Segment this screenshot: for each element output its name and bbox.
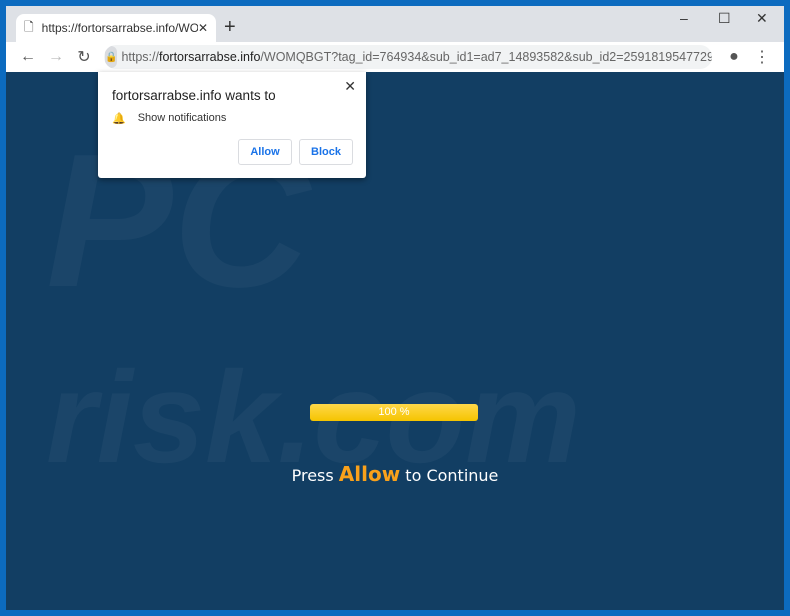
notification-permission-popup: fortorsarrabse.info wants to ✕ 🔔 Show not…	[98, 72, 366, 178]
press-text: Press	[291, 466, 334, 485]
address-bar[interactable]: 🔒 https://fortorsarrabse.info/WOMQBGT?ta…	[104, 45, 712, 69]
bell-icon: 🔔	[112, 113, 126, 125]
back-button[interactable]: ←	[14, 48, 42, 66]
minimize-button[interactable]: –	[680, 10, 688, 26]
close-popup-icon[interactable]: ✕	[344, 78, 356, 95]
popup-title: fortorsarrabse.info wants to	[112, 88, 276, 103]
close-tab-icon[interactable]: ✕	[198, 21, 208, 35]
maximize-button[interactable]: ☐	[718, 10, 731, 27]
block-button[interactable]: Block	[299, 139, 353, 165]
continue-text: to Continue	[405, 466, 499, 485]
permission-label: Show notifications	[137, 112, 227, 124]
url-host: fortorsarrabse.info	[158, 50, 261, 64]
instruction-text: Press Allow to Continue	[6, 462, 784, 486]
menu-icon[interactable]: ⋮	[748, 47, 776, 67]
reload-button[interactable]: ↻	[70, 47, 98, 67]
url-scheme: https://	[121, 50, 159, 64]
progress-bar: 100 %	[310, 404, 478, 421]
lock-icon[interactable]: 🔒	[105, 46, 118, 68]
new-tab-button[interactable]: +	[224, 16, 236, 39]
page-icon: 🗋	[24, 19, 34, 34]
forward-button[interactable]: →	[42, 48, 70, 66]
toolbar: ← → ↻ 🔒 https://fortorsarrabse.info/WOMQ…	[6, 42, 784, 72]
tab[interactable]: 🗋 https://fortorsarrabse.info/WOMQBGT ✕	[16, 14, 216, 42]
url-path: /WOMQBGT?tag_id=764934&sub_id1=ad7_14893…	[260, 50, 712, 64]
tab-title: https://fortorsarrabse.info/WOMQBGT	[41, 21, 198, 35]
profile-icon[interactable]: ●	[720, 48, 748, 66]
allow-button[interactable]: Allow	[238, 139, 292, 165]
page-content: PC risk.com fortorsarrabse.info wants to…	[6, 72, 784, 610]
browser-window: 🗋 https://fortorsarrabse.info/WOMQBGT ✕ …	[6, 6, 784, 610]
allow-highlight: Allow	[338, 462, 401, 486]
close-window-button[interactable]: ✕	[756, 10, 768, 27]
tab-bar: 🗋 https://fortorsarrabse.info/WOMQBGT ✕ …	[6, 6, 784, 42]
